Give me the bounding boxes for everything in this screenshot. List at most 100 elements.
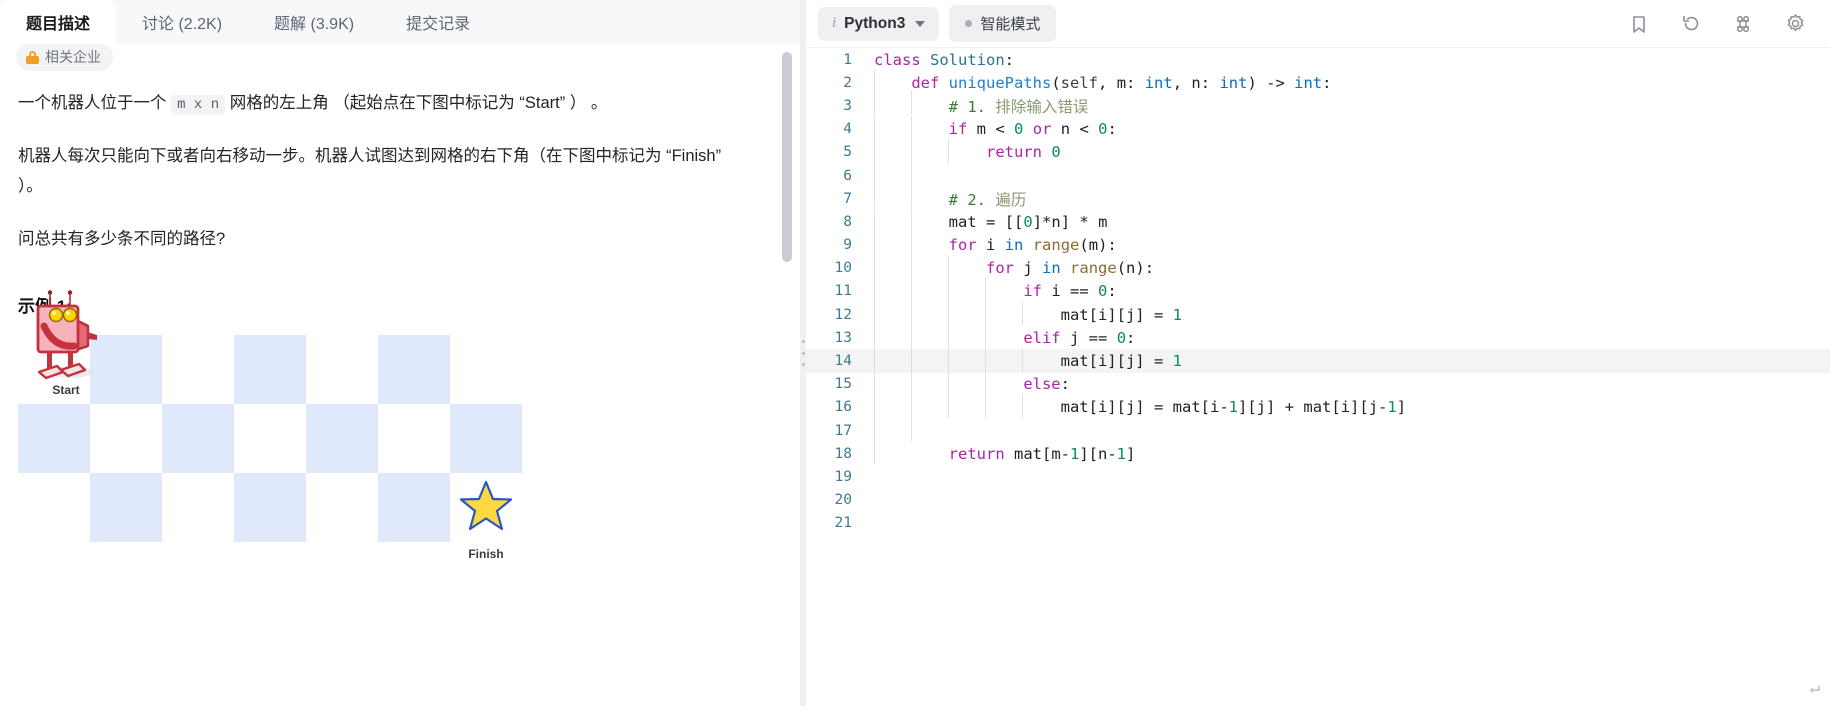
line-number: 20 — [834, 492, 852, 509]
line-number: 13 — [834, 329, 852, 346]
code-line-text: else: — [868, 371, 1070, 395]
language-selector[interactable]: i Python3 — [818, 6, 940, 41]
code-line[interactable]: 20 — [806, 489, 1830, 512]
code-line[interactable]: 3 # 1. 排除输入错误 — [806, 90, 1830, 117]
reset-icon[interactable] — [1674, 7, 1708, 41]
line-number: 19 — [834, 468, 852, 485]
grid-cell — [234, 473, 306, 543]
finish-label: Finish — [468, 547, 504, 562]
tab-solutions[interactable]: 题解 (3.9K) — [248, 0, 380, 44]
problem-subbar: 相关企业 — [0, 43, 800, 71]
code-line[interactable]: 2 def uniquePaths(self, m: int, n: int) … — [806, 69, 1830, 94]
grid-cell — [378, 473, 450, 543]
grid-cell — [162, 335, 234, 405]
code-line-text: mat[i][j] = mat[i-1][j] + mat[i][j-1] — [868, 394, 1406, 418]
code-line[interactable]: 12 mat[i][j] = 1 — [806, 301, 1830, 326]
line-number: 8 — [843, 213, 852, 230]
wrap-lines-icon[interactable]: ↵ — [1810, 678, 1820, 698]
code-line[interactable]: 10 for j in range(n): — [806, 255, 1830, 280]
code-line[interactable]: 19 — [806, 465, 1830, 488]
grid-cell — [378, 335, 450, 405]
problem-paragraph-3: 问总共有多少条不同的路径? — [18, 229, 226, 248]
problem-tabbar: 题目描述 讨论 (2.2K) 题解 (3.9K) 提交记录 — [0, 0, 800, 44]
problem-scrollbar-track[interactable] — [782, 52, 792, 652]
unique-paths-illustration: Finish Start — [18, 290, 522, 561]
code-line[interactable]: 17 — [806, 417, 1830, 442]
line-number: 12 — [834, 306, 852, 323]
tab-submissions-label: 提交记录 — [406, 16, 471, 33]
grid-cell — [234, 404, 306, 474]
line-number: 5 — [843, 144, 852, 161]
smart-mode-toggle[interactable]: 智能模式 — [949, 5, 1057, 42]
code-line-text: for i in range(m): — [868, 232, 1117, 256]
grid-cell — [306, 335, 378, 405]
related-companies-chip[interactable]: 相关企业 — [16, 43, 113, 71]
tab-discussion-label: 讨论 (2.2K) — [142, 16, 223, 33]
code-line-text — [868, 417, 912, 441]
paragraph-1-prefix: 一个机器人位于一个 — [18, 94, 172, 112]
code-line-text: elif j == 0: — [868, 324, 1135, 349]
line-number: 6 — [843, 167, 852, 184]
code-line-active[interactable]: 14 mat[i][j] = 1 — [806, 348, 1830, 373]
tab-discussion[interactable]: 讨论 (2.2K) — [116, 0, 248, 44]
related-companies-label: 相关企业 — [45, 49, 101, 65]
code-line[interactable]: 15 else: — [806, 371, 1830, 396]
chevron-down-icon — [915, 20, 926, 27]
code-line[interactable]: 21 — [806, 512, 1830, 535]
grid-cell — [90, 404, 162, 474]
line-number: 11 — [834, 283, 852, 300]
grid-cell — [306, 404, 378, 474]
code-line[interactable]: 4 if m < 0 or n < 0: — [806, 116, 1830, 141]
code-line[interactable]: 1 class Solution: — [806, 48, 1830, 71]
problem-scrollbar-thumb[interactable] — [782, 52, 792, 262]
grid-cell-finish: Finish — [450, 473, 522, 561]
smart-mode-status-dot — [965, 20, 973, 27]
command-icon[interactable] — [1726, 7, 1760, 41]
code-line[interactable]: 16 mat[i][j] = mat[i-1][j] + mat[i][j-1] — [806, 394, 1830, 419]
tab-submissions[interactable]: 提交记录 — [380, 0, 496, 44]
finish-star-icon — [458, 479, 514, 533]
inline-code-mxn: m x n — [171, 95, 226, 115]
code-line[interactable]: 6 — [806, 162, 1830, 187]
code-line[interactable]: 13 elif j == 0: — [806, 324, 1830, 349]
code-line[interactable]: 9 for i in range(m): — [806, 232, 1830, 257]
grid-cell — [450, 404, 522, 474]
language-label: Python3 — [844, 14, 906, 32]
line-number: 3 — [843, 97, 852, 114]
info-icon: i — [832, 15, 837, 31]
code-line[interactable]: 11 if i == 0: — [806, 278, 1830, 303]
tab-description[interactable]: 题目描述 — [0, 0, 117, 44]
code-line-text: return 0 — [868, 139, 1061, 163]
bookmark-icon[interactable] — [1622, 7, 1656, 41]
code-line[interactable]: 5 return 0 — [806, 139, 1830, 164]
code-line-text: for j in range(n): — [868, 255, 1154, 279]
line-number: 18 — [834, 445, 852, 462]
code-line[interactable]: 7 # 2. 遍历 — [806, 183, 1830, 210]
line-number: 16 — [834, 399, 852, 416]
resize-grip-dots — [801, 340, 805, 366]
tab-description-label: 题目描述 — [26, 16, 91, 33]
editor-toolbar: i Python3 智能模式 — [806, 0, 1830, 48]
example-1-title: 示例 1: — [18, 297, 72, 317]
line-number: 14 — [834, 353, 852, 370]
code-line-text: def uniquePaths(self, m: int, n: int) ->… — [868, 69, 1331, 93]
grid-cell — [18, 335, 90, 405]
grid-cell — [90, 335, 162, 405]
code-line[interactable]: 18 return mat[m-1][n-1] — [806, 440, 1830, 465]
tab-solutions-label: 题解 (3.9K) — [274, 16, 355, 33]
line-number: 7 — [843, 190, 852, 207]
code-line[interactable]: 8 mat = [[0]*n] * m — [806, 208, 1830, 233]
line-number: 21 — [834, 515, 852, 532]
grid-cell — [90, 473, 162, 543]
settings-gear-icon[interactable] — [1778, 7, 1812, 41]
leetcode-problem-page: 题目描述 讨论 (2.2K) 题解 (3.9K) 提交记录 相关企业 一个机器人 — [0, 0, 1830, 706]
line-number: 10 — [834, 260, 852, 277]
line-number: 9 — [843, 237, 852, 254]
code-line-text: if i == 0: — [868, 278, 1117, 302]
problem-paragraph-2: 机器人每次只能向下或者向右移动一步。机器人试图达到网格的右下角（在下图中标记为 … — [18, 146, 722, 196]
path-grid: Finish — [18, 335, 522, 561]
code-editor[interactable]: 1 class Solution: 2 def uniquePaths(self… — [806, 48, 1830, 706]
